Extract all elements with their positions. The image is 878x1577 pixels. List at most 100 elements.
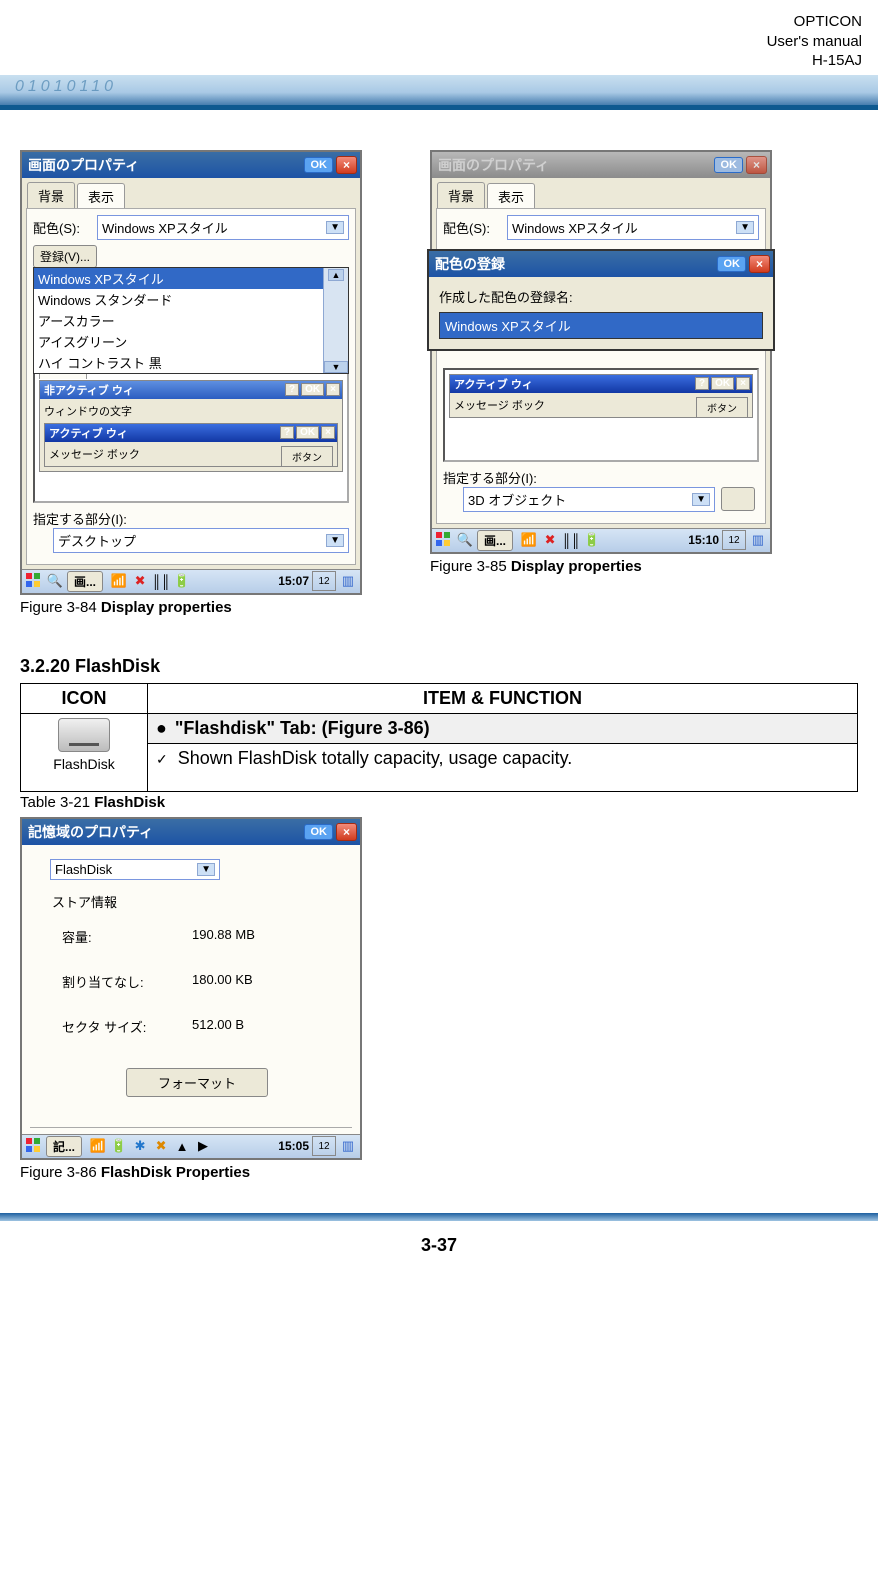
- active-window-label: アクティブ ウィ: [454, 376, 533, 392]
- titlebar: 画面のプロパティ OK ×: [22, 152, 360, 178]
- part-combo[interactable]: 3D オブジェクト ▼: [463, 487, 715, 512]
- figure-3-84-column: 画面のプロパティ OK × 背景 表示 配色(S): Windows XP: [20, 150, 360, 616]
- header-manual: User's manual: [0, 32, 862, 52]
- tray-icon: 🔋: [110, 1137, 128, 1155]
- dropdown-item[interactable]: アイスグリーン: [34, 331, 348, 352]
- part-label: 指定する部分(I):: [33, 509, 349, 528]
- manual-page: OPTICON User's manual H-15AJ 01010110 画面…: [0, 0, 878, 1256]
- ok-button[interactable]: OK: [304, 824, 333, 840]
- page-header: OPTICON User's manual H-15AJ: [0, 0, 878, 75]
- scheme-combo[interactable]: Windows XPスタイル ▼: [97, 215, 349, 240]
- sector-size-value: 512.00 B: [192, 1017, 244, 1036]
- close-icon[interactable]: ×: [749, 255, 770, 273]
- screenshot-display-properties-1: 画面のプロパティ OK × 背景 表示 配色(S): Windows XP: [20, 150, 362, 595]
- part-combo[interactable]: デスクトップ ▼: [53, 528, 349, 553]
- desktop-icon[interactable]: ▥: [339, 1137, 357, 1155]
- chevron-down-icon[interactable]: ▼: [197, 863, 215, 876]
- taskbar: 🔍 画... 📶 ✖ ║║ 🔋 15:07 12 ▥: [22, 569, 360, 593]
- tray-icon: 12: [312, 571, 336, 591]
- header-band: 01010110: [0, 75, 878, 110]
- ok-button: OK: [711, 377, 734, 390]
- chevron-down-icon[interactable]: ▼: [326, 534, 344, 547]
- scheme-combo[interactable]: Windows XPスタイル ▼: [507, 215, 759, 240]
- tray-icon: 12: [312, 1136, 336, 1156]
- scrollbar[interactable]: [323, 268, 348, 373]
- tray-icon: ✖: [152, 1137, 170, 1155]
- tray-icon: 📶: [89, 1137, 107, 1155]
- titlebar-text: 画面のプロパティ: [28, 155, 139, 175]
- desktop-icon[interactable]: ▥: [339, 572, 357, 590]
- screenshot-display-properties-2: 画面のプロパティ OK × 背景 表示 配色(S): Windows XP: [430, 150, 772, 554]
- task-button[interactable]: 記...: [46, 1136, 82, 1157]
- register-button[interactable]: 登録(V)...: [33, 245, 97, 268]
- store-combo[interactable]: FlashDisk ▼: [50, 859, 220, 880]
- tray-icon: ▲: [173, 1137, 191, 1155]
- close-icon[interactable]: ×: [336, 823, 357, 841]
- start-icon[interactable]: [435, 531, 453, 549]
- tray-icon: 🔋: [173, 572, 191, 590]
- bluetooth-icon: ✱: [131, 1137, 149, 1155]
- sector-size-label: セクタ サイズ:: [62, 1017, 192, 1036]
- scheme-dropdown-list[interactable]: Windows XPスタイル Windows スタンダード アースカラー アイス…: [33, 267, 349, 374]
- table-icon-cell: FlashDisk: [21, 713, 148, 791]
- task-icon[interactable]: 🔍: [46, 572, 64, 590]
- scheme-name-input[interactable]: Windows XPスタイル: [439, 312, 763, 339]
- message-label: メッセージ ボック: [454, 400, 545, 412]
- inactive-window-label: 非アクティブ ウィ: [44, 382, 134, 398]
- clock: 15:10: [688, 533, 719, 547]
- unallocated-value: 180.00 KB: [192, 972, 253, 991]
- tab-display[interactable]: 表示: [487, 183, 535, 209]
- start-icon[interactable]: [25, 572, 43, 590]
- chevron-down-icon[interactable]: ▼: [736, 221, 754, 234]
- tab-display[interactable]: 表示: [77, 183, 125, 209]
- desktop-icon[interactable]: ▥: [749, 531, 767, 549]
- close-icon[interactable]: ×: [336, 156, 357, 174]
- scheme-label: 配色(S):: [33, 218, 97, 237]
- tab-background[interactable]: 背景: [437, 182, 485, 208]
- task-button[interactable]: 画...: [67, 571, 103, 592]
- tray-icon: ▶: [194, 1137, 212, 1155]
- dropdown-item[interactable]: Windows XPスタイル: [34, 268, 348, 289]
- table-header-icon: ICON: [21, 683, 148, 713]
- format-button[interactable]: フォーマット: [126, 1068, 268, 1097]
- table-caption: Table 3-21 FlashDisk: [20, 794, 858, 811]
- ok-button[interactable]: OK: [717, 256, 746, 272]
- start-icon[interactable]: [25, 1137, 43, 1155]
- unallocated-label: 割り当てなし:: [62, 972, 192, 991]
- color-button[interactable]: [721, 487, 755, 511]
- preview-box: アクティブ ウィ ? OK × メッセージ ボック ボタン: [443, 368, 759, 462]
- titlebar-text: 記憶域のプロパティ: [28, 822, 153, 842]
- tray-icon: ✖: [541, 531, 559, 549]
- chevron-down-icon[interactable]: ▼: [692, 493, 710, 506]
- table-row: ✓Shown FlashDisk totally capacity, usage…: [148, 743, 858, 791]
- figure-3-85-column: 画面のプロパティ OK × 背景 表示 配色(S): Windows XP: [430, 150, 770, 616]
- help-icon: ?: [695, 377, 709, 390]
- part-label: 指定する部分(I):: [443, 468, 759, 487]
- tray-icon: ║║: [152, 572, 170, 590]
- task-button[interactable]: 画...: [477, 530, 513, 551]
- tab-bar: 背景 表示: [432, 178, 770, 208]
- flashdisk-table: ICON ITEM & FUNCTION FlashDisk ●"Flashdi…: [20, 683, 858, 792]
- clock: 15:07: [278, 574, 309, 588]
- dropdown-item[interactable]: ハイ コントラスト 黒: [34, 352, 348, 373]
- dialog-titlebar: 配色の登録 OK ×: [429, 251, 773, 277]
- dropdown-item[interactable]: アースカラー: [34, 310, 348, 331]
- taskbar: 記... 📶 🔋 ✱ ✖ ▲ ▶ 15:05 12 ▥: [22, 1134, 360, 1158]
- close-icon[interactable]: ×: [746, 156, 767, 174]
- ok-button: OK: [296, 426, 319, 439]
- tab-background[interactable]: 背景: [27, 182, 75, 208]
- chevron-down-icon[interactable]: ▼: [326, 221, 344, 234]
- close-icon: ×: [326, 383, 340, 396]
- capacity-value: 190.88 MB: [192, 927, 255, 946]
- titlebar: 記憶域のプロパティ OK ×: [22, 819, 360, 845]
- ok-button[interactable]: OK: [714, 157, 743, 173]
- figure-caption: Figure 3-84 Display properties: [20, 599, 360, 616]
- dropdown-item[interactable]: Windows スタンダード: [34, 289, 348, 310]
- ok-button[interactable]: OK: [304, 157, 333, 173]
- header-brand: OPTICON: [0, 12, 862, 32]
- titlebar: 画面のプロパティ OK ×: [432, 152, 770, 178]
- tray-icon: 🔋: [583, 531, 601, 549]
- scheme-label: 配色(S):: [443, 218, 507, 237]
- tab-bar: 背景 表示: [22, 178, 360, 208]
- task-icon[interactable]: 🔍: [456, 531, 474, 549]
